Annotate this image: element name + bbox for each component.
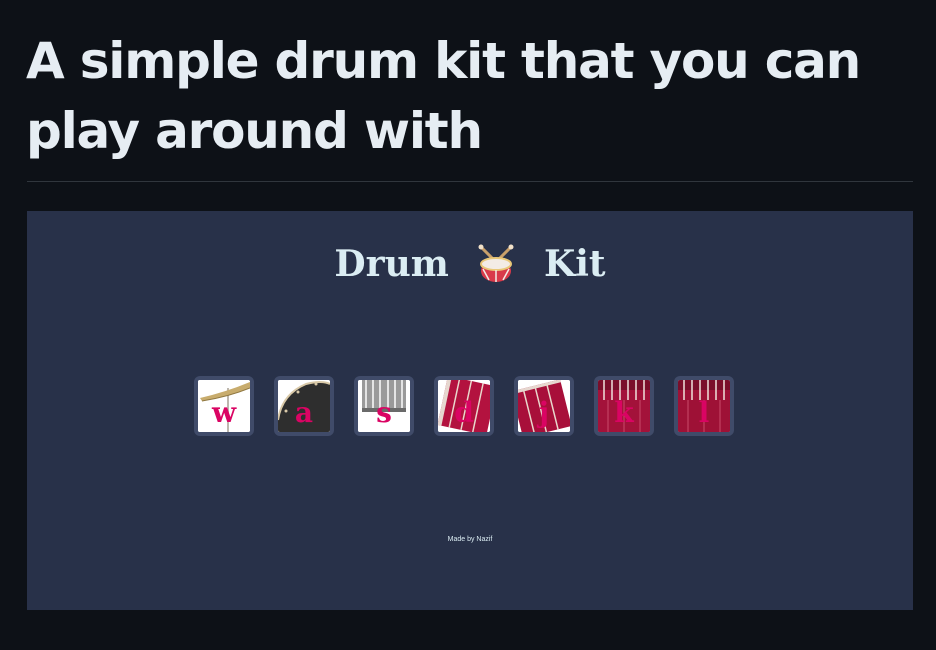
key-letter: j xyxy=(538,396,550,429)
readme-heading: A simple drum kit that you can play arou… xyxy=(26,32,861,160)
key-letter: l xyxy=(698,396,710,429)
key-letter: k xyxy=(614,396,634,429)
drum-emoji-icon xyxy=(475,243,517,285)
drum-keys: w a s d j k l xyxy=(194,376,734,444)
key-letter: w xyxy=(211,396,237,429)
drum-key-k[interactable]: k xyxy=(594,376,654,436)
credit-text: Made by Nazif xyxy=(447,536,493,543)
drum-kit-preview: Drum Kit w a s d j k l Made by Nazif xyxy=(27,211,913,610)
drum-key-l[interactable]: l xyxy=(674,376,734,436)
drum-key-w[interactable]: w xyxy=(194,376,254,436)
app-title-right: Kit xyxy=(543,243,606,285)
drum-key-s[interactable]: s xyxy=(354,376,414,436)
drum-key-a[interactable]: a xyxy=(274,376,334,436)
heading-divider xyxy=(27,181,913,182)
key-letter: d xyxy=(454,396,474,429)
key-letter: s xyxy=(376,396,392,429)
key-letter: a xyxy=(294,396,314,429)
app-title: Drum Kit xyxy=(27,239,913,286)
drum-key-d[interactable]: d xyxy=(434,376,494,436)
app-title-left: Drum xyxy=(334,243,449,285)
drum-key-j[interactable]: j xyxy=(514,376,574,436)
